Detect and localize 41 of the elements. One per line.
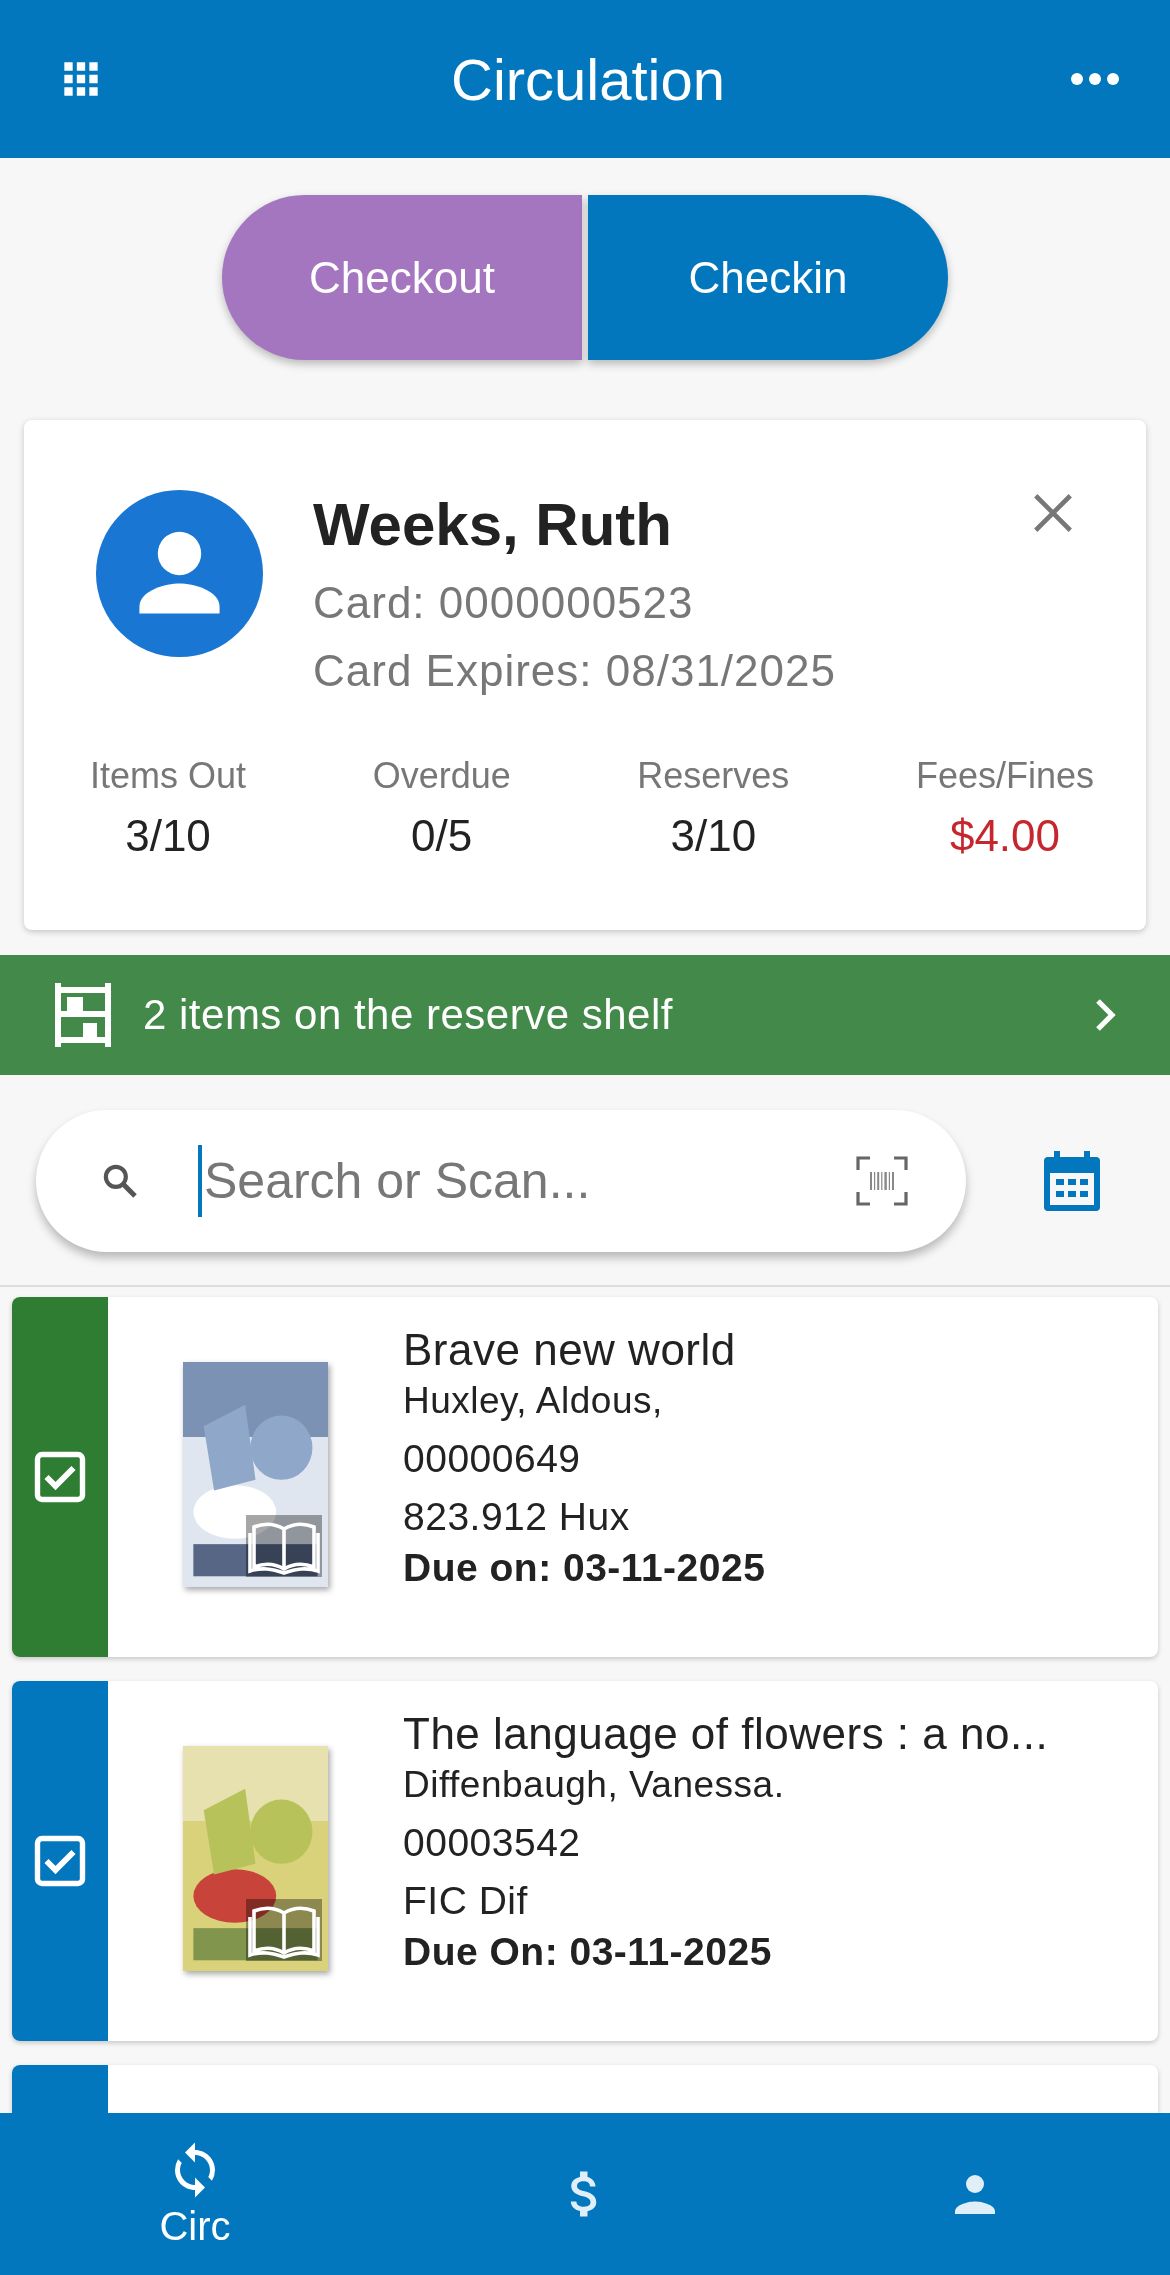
- reserve-banner[interactable]: 2 items on the reserve shelf: [0, 955, 1170, 1075]
- call-number: 823.912 Hux: [403, 1494, 631, 1540]
- card-number: Card: 0000000523: [313, 577, 695, 629]
- page-title: Circulation: [451, 45, 725, 113]
- stat-value: 0/5: [411, 811, 473, 861]
- item-title: Brave new world: [403, 1325, 737, 1375]
- stat-label: Items Out: [90, 755, 247, 797]
- item-author: Huxley, Aldous,: [403, 1379, 664, 1423]
- stat-value: $4.00: [949, 811, 1060, 861]
- stat-value: 3/10: [125, 811, 211, 861]
- open-book-icon: [246, 1515, 322, 1577]
- item-card[interactable]: Brave new world Huxley, Aldous, 00000649 823.912 Hux Due on: 03-11-2025: [12, 1297, 1158, 1657]
- chevron-right-icon: [1094, 997, 1118, 1033]
- due-date: Due on: 03-11-2025: [403, 1545, 766, 1591]
- item-card[interactable]: The language of flowers : a no... Diffenbaugh, Vanessa. 00003542 FIC Dif Due On: 03-11-2025: [12, 1681, 1158, 2041]
- checkbox[interactable]: [33, 1450, 87, 1504]
- search-input[interactable]: Search or Scan...: [198, 1145, 798, 1217]
- mode-tab[interactable]: Checkout: [222, 195, 582, 360]
- checkbox[interactable]: [33, 1834, 87, 1888]
- stat-label: Fees/Fines: [915, 755, 1094, 797]
- shelf-icon: [55, 983, 111, 1047]
- reserve-text: 2 items on the reserve shelf: [143, 991, 674, 1039]
- item-barcode: 00000649: [403, 1436, 582, 1482]
- stat-label: Reserves: [637, 755, 790, 797]
- patron-name: Weeks, Ruth: [313, 490, 673, 559]
- due-date: Due On: 03-11-2025: [403, 1929, 773, 1975]
- open-book-icon: [246, 1899, 322, 1961]
- stat-value: 3/10: [670, 811, 757, 861]
- avatar-icon: [96, 490, 263, 657]
- search-bar[interactable]: Search or Scan...: [36, 1110, 966, 1252]
- calendar-icon[interactable]: [1044, 1151, 1100, 1211]
- item-barcode: 00003542: [403, 1820, 582, 1866]
- call-number: FIC Dif: [403, 1878, 529, 1924]
- stat-label: Overdue: [372, 755, 511, 797]
- more-icon[interactable]: [1070, 72, 1120, 86]
- card-expiry: Card Expires: 08/31/2025: [313, 645, 836, 697]
- item-title: The language of flowers : a no...: [403, 1709, 1049, 1759]
- nav-tab[interactable]: Circ: [0, 2113, 390, 2275]
- mode-tab[interactable]: Checkin: [588, 195, 948, 360]
- item-author: Diffenbaugh, Vanessa.: [403, 1763, 786, 1807]
- barcode-scan-icon[interactable]: [856, 1156, 908, 1206]
